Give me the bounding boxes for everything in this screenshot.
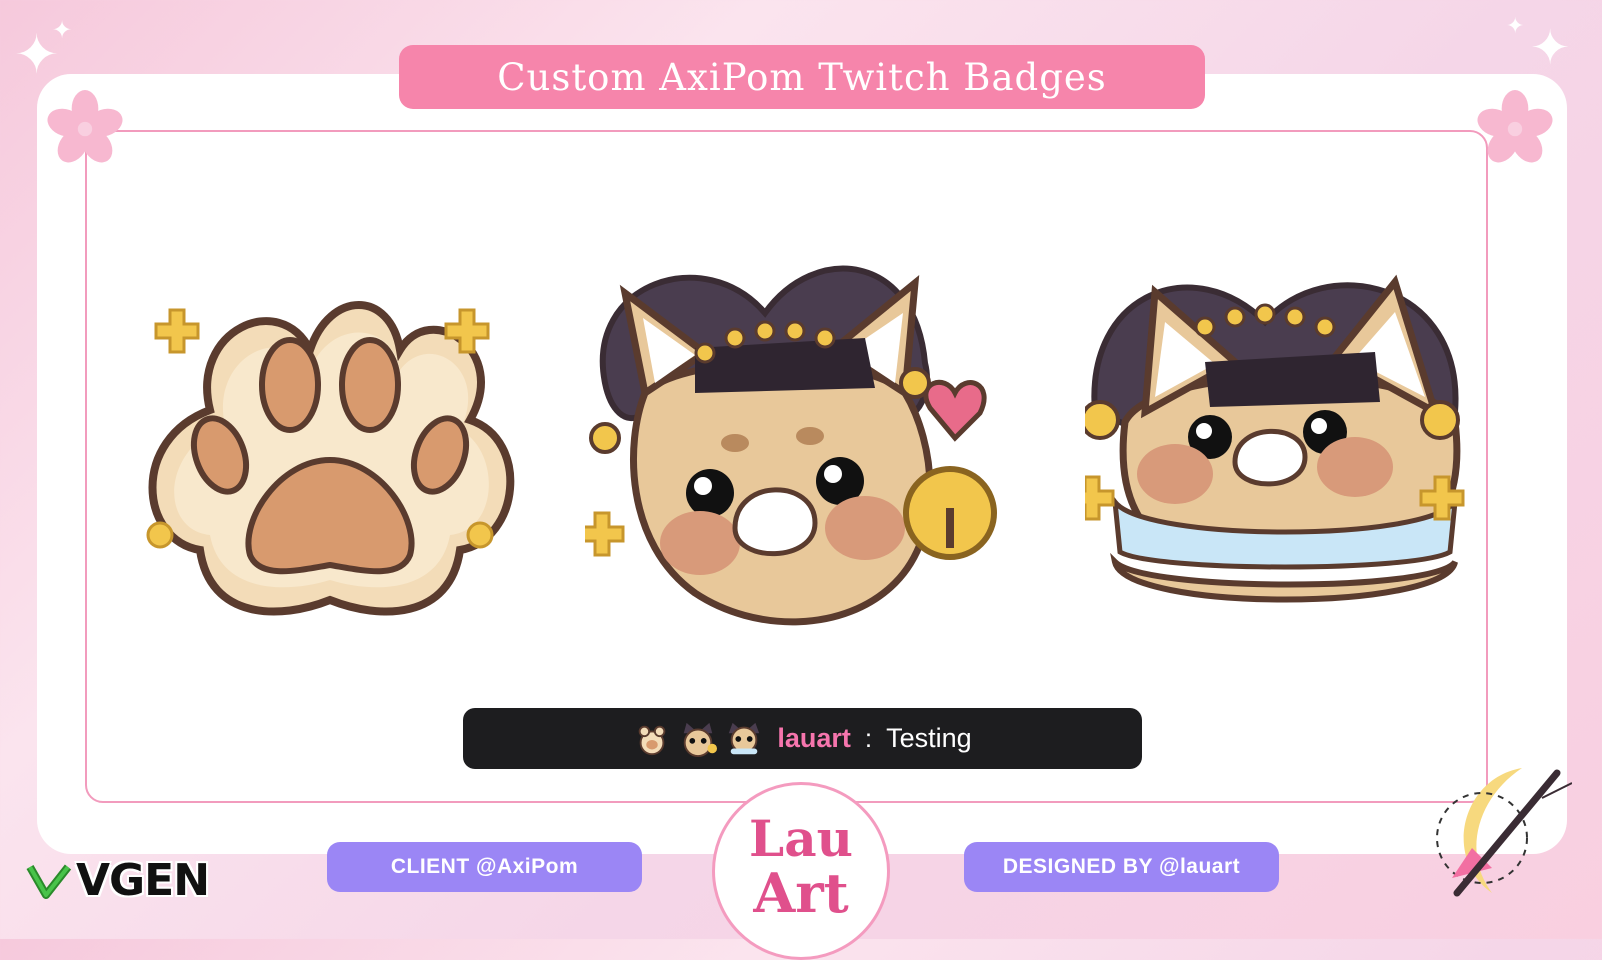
blossom-icon	[1477, 90, 1553, 163]
cat-jester-ruffle-badge-icon	[1085, 274, 1465, 603]
logo-line2: Art	[753, 861, 849, 925]
designer-pill: DESIGNED BY @lauart	[964, 842, 1279, 892]
sparkle-icon: ✦	[1506, 14, 1525, 39]
cat-jester-badge-icon	[585, 265, 997, 626]
client-pill: CLIENT @AxiPom	[327, 842, 642, 892]
sparkle-icon: ✦	[1530, 20, 1571, 76]
page-title: Custom AxiPom Twitch Badges	[399, 45, 1205, 109]
sparkle-icon: ✦	[52, 16, 73, 44]
chat-separator: :	[864, 723, 873, 753]
cat-jester-ruffle-icon	[729, 722, 760, 754]
chat-username: lauart	[777, 723, 851, 753]
vgen-leaf-icon	[26, 864, 72, 899]
cat-jester-icon	[684, 722, 718, 757]
vgen-logo: VGEN	[26, 855, 210, 906]
paw-badge-icon	[146, 301, 515, 616]
paw-icon	[639, 725, 666, 755]
logo-line1: Lau	[749, 809, 853, 868]
lauart-logo: Lau Art	[712, 782, 890, 960]
moon-brush-icon	[1436, 768, 1572, 897]
chat-message: Testing	[886, 723, 972, 753]
vgen-label: VGEN	[76, 855, 210, 906]
blossom-icon	[47, 90, 123, 163]
chat-preview: lauart : Testing	[463, 708, 1142, 769]
